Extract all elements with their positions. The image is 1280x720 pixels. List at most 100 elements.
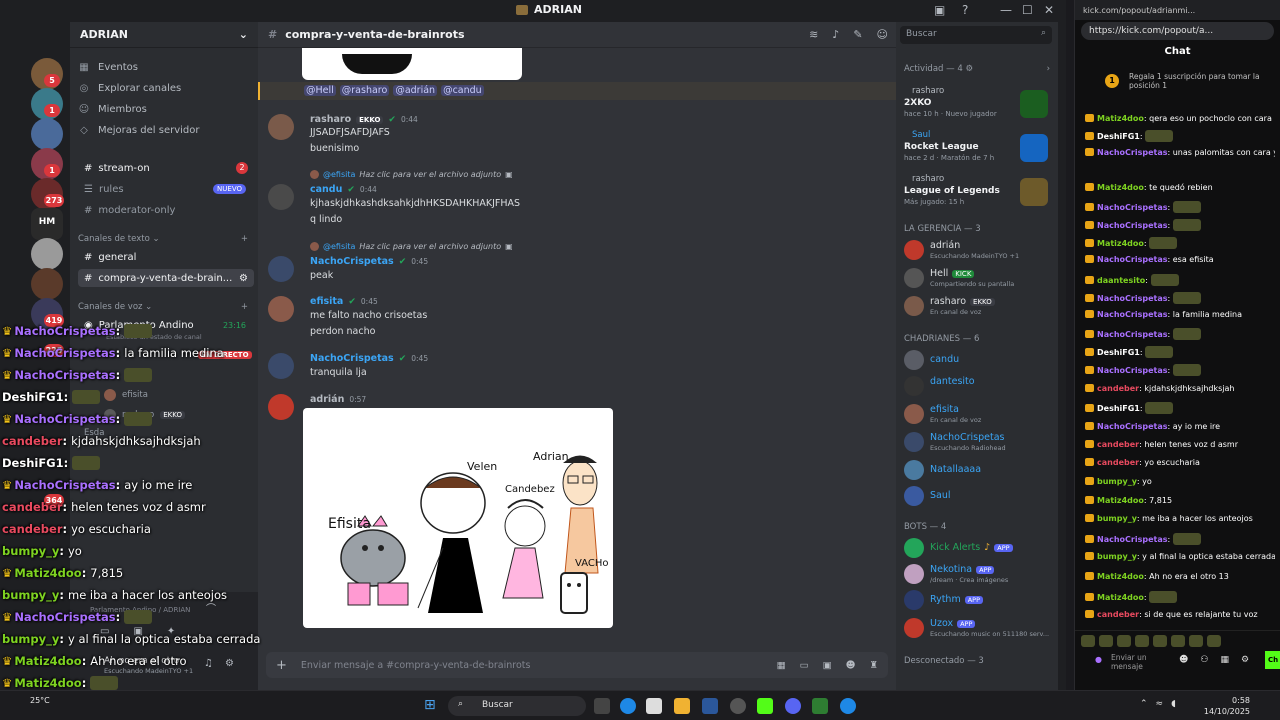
member-item[interactable]: Kick Alerts ♪ APP bbox=[904, 536, 1054, 560]
kick-username[interactable]: bumpy_y bbox=[1097, 514, 1137, 523]
kick-username[interactable]: Matiz4doo bbox=[1097, 496, 1144, 505]
kick-username[interactable]: Matiz4doo bbox=[1097, 183, 1144, 192]
member-item[interactable]: Rythm APP bbox=[904, 588, 1054, 612]
emote-icon[interactable] bbox=[1117, 635, 1131, 647]
maximize-button[interactable]: ☐ bbox=[1022, 3, 1033, 17]
activity-card[interactable]: Saul Rocket League hace 2 d · Maratón de… bbox=[902, 130, 1050, 170]
reply-preview[interactable]: @efisita Haz clic para ver el archivo adj… bbox=[310, 170, 513, 179]
kick-username[interactable]: NachoCrispetas bbox=[1097, 535, 1167, 544]
activity-card[interactable]: rasharo 2XKO hace 10 h · Nuevo jugador bbox=[902, 86, 1050, 126]
author-name[interactable]: adrián bbox=[310, 394, 344, 405]
member-item[interactable]: NachoCrispetas Escuchando Radiohead bbox=[904, 430, 1054, 454]
kick-username[interactable]: candeber bbox=[1097, 458, 1139, 467]
server-header[interactable]: ADRIAN ⌄ bbox=[70, 22, 258, 48]
kick-username[interactable]: NachoCrispetas bbox=[1097, 330, 1167, 339]
server-icon-7[interactable] bbox=[31, 238, 63, 270]
category-text[interactable]: Canales de texto ⌄ + bbox=[78, 234, 248, 244]
avatar[interactable] bbox=[268, 184, 294, 210]
bell-icon[interactable]: ♪ bbox=[832, 28, 839, 41]
channel-rules[interactable]: ☰ rules NUEVO bbox=[78, 180, 254, 198]
emote-icon[interactable] bbox=[1189, 635, 1203, 647]
sticker-icon[interactable]: ▣ bbox=[823, 660, 832, 671]
reply-preview[interactable]: @efisita Haz clic para ver el archivo adj… bbox=[310, 242, 513, 251]
kick-username[interactable]: Matiz4doo bbox=[1097, 239, 1144, 248]
emoji-icon[interactable]: ☻ bbox=[1179, 655, 1188, 665]
avatar[interactable] bbox=[268, 353, 294, 379]
search-input[interactable]: Buscar ⌕ bbox=[900, 26, 1052, 44]
kick-username[interactable]: candeber bbox=[1097, 384, 1139, 393]
edge-icon[interactable] bbox=[620, 698, 636, 714]
author-name[interactable]: rasharo bbox=[310, 114, 351, 125]
channel-moderator-only[interactable]: # moderator-only bbox=[78, 201, 254, 219]
server-icon-hm[interactable]: HM bbox=[31, 208, 63, 240]
member-item[interactable]: rasharo EKKO En canal de voz bbox=[904, 294, 1054, 318]
kick-username[interactable]: candeber bbox=[1097, 610, 1139, 619]
kick-username[interactable]: NachoCrispetas bbox=[1097, 221, 1167, 230]
nav-boosts[interactable]: ◇ Mejoras del servidor bbox=[78, 125, 254, 136]
kick-username[interactable]: DeshiFG1 bbox=[1097, 348, 1140, 357]
obs-icon[interactable] bbox=[730, 698, 746, 714]
emote-icon[interactable] bbox=[1135, 635, 1149, 647]
task-view-icon[interactable] bbox=[594, 698, 610, 714]
clock[interactable]: 0:58 14/10/2025 bbox=[1204, 695, 1250, 717]
add-channel-icon[interactable]: + bbox=[241, 234, 248, 244]
mention[interactable]: @Hell bbox=[304, 85, 336, 96]
drawing-attachment[interactable]: Efisita Velen Candebez Adrian VACHo bbox=[303, 408, 613, 628]
emote-icon[interactable] bbox=[1099, 635, 1113, 647]
volume-icon[interactable]: ◖ bbox=[1171, 699, 1176, 709]
start-icon[interactable]: ⊞ bbox=[424, 697, 436, 713]
browser-icon[interactable] bbox=[840, 698, 856, 714]
weather-widget[interactable]: 25°C bbox=[30, 695, 50, 706]
close-button[interactable]: ✕ bbox=[1044, 3, 1054, 17]
author-name[interactable]: candu bbox=[310, 184, 342, 195]
author-name[interactable]: NachoCrispetas bbox=[310, 353, 394, 364]
member-item[interactable]: adrián Escuchando MadeinTYO +1 bbox=[904, 238, 1054, 262]
settings-icon[interactable]: ⚙ bbox=[1241, 655, 1249, 665]
member-item[interactable]: Hell KICK Compartiendo su pantalla bbox=[904, 266, 1054, 290]
avatar[interactable] bbox=[268, 394, 294, 420]
author-name[interactable]: NachoCrispetas bbox=[310, 256, 394, 267]
member-item[interactable]: Uzox APP Escuchando music on 511180 serv..… bbox=[904, 616, 1054, 640]
settings-icon[interactable]: ⚙ bbox=[239, 273, 248, 284]
nav-explore[interactable]: ◎ Explorar canales bbox=[78, 83, 254, 94]
mention[interactable]: @candu bbox=[441, 85, 484, 96]
minimize-button[interactable]: — bbox=[1000, 3, 1012, 17]
gift-promo[interactable]: Regala 1 suscripción para tomar la posic… bbox=[1129, 72, 1269, 90]
users-icon[interactable]: ⚇ bbox=[1200, 655, 1208, 665]
wifi-icon[interactable]: ≈ bbox=[1156, 699, 1164, 709]
kick-username[interactable]: NachoCrispetas bbox=[1097, 366, 1167, 375]
kick-username[interactable]: bumpy_y bbox=[1097, 477, 1137, 486]
chevron-up-icon[interactable]: ⌃ bbox=[1140, 699, 1148, 709]
apps-icon[interactable]: ♜ bbox=[869, 660, 878, 671]
emote-icon[interactable] bbox=[1153, 635, 1167, 647]
activity-card[interactable]: rasharo League of Legends Más jugado: 15… bbox=[902, 174, 1050, 214]
member-item[interactable]: Nekotina APP/dream · Crea imágenes bbox=[904, 562, 1054, 586]
kick-username[interactable]: NachoCrispetas bbox=[1097, 294, 1167, 303]
gif-icon[interactable]: ▭ bbox=[800, 660, 809, 671]
server-icon-3[interactable] bbox=[31, 118, 63, 150]
member-item[interactable]: Natallaaaa bbox=[904, 458, 1054, 482]
add-attachment-icon[interactable]: + bbox=[276, 658, 287, 673]
headphones-icon[interactable]: ♫ bbox=[204, 658, 213, 669]
kick-username[interactable]: Matiz4doo bbox=[1097, 572, 1144, 581]
message-input[interactable]: Enviar mensaje a #compra-y-venta-de-brai… bbox=[301, 660, 531, 671]
kick-username[interactable]: NachoCrispetas bbox=[1097, 203, 1167, 212]
kick-app-icon[interactable] bbox=[757, 698, 773, 714]
explorer-icon[interactable] bbox=[674, 698, 690, 714]
author-name[interactable]: efisita bbox=[310, 296, 343, 307]
mention[interactable]: @adrián bbox=[393, 85, 438, 96]
kick-username[interactable]: DeshiFG1 bbox=[1097, 132, 1140, 141]
emote-icon[interactable] bbox=[1171, 635, 1185, 647]
avatar[interactable] bbox=[268, 296, 294, 322]
kick-username[interactable]: daantesito bbox=[1097, 276, 1145, 285]
threads-icon[interactable]: ≋ bbox=[809, 28, 818, 41]
kick-username[interactable]: candeber bbox=[1097, 440, 1139, 449]
kick-username[interactable]: NachoCrispetas bbox=[1097, 310, 1167, 319]
discord-app-icon[interactable] bbox=[785, 698, 801, 714]
member-item[interactable]: dantesito bbox=[904, 374, 1054, 398]
pin-icon[interactable]: ✎ bbox=[853, 28, 862, 41]
server-icon-8[interactable] bbox=[31, 268, 63, 300]
store-icon[interactable] bbox=[646, 698, 662, 714]
member-item[interactable]: Saul bbox=[904, 484, 1054, 508]
chat-input[interactable]: Enviar un mensaje bbox=[1111, 653, 1161, 671]
